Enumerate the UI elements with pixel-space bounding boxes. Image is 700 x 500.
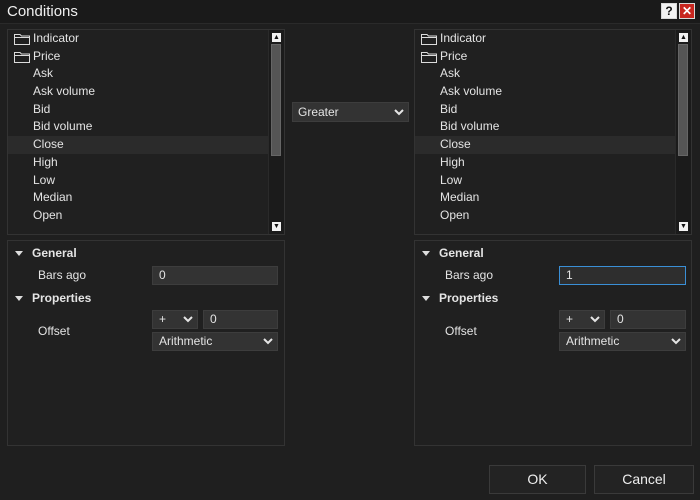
list-item-label: Ask volume (440, 84, 503, 99)
scroll-thumb[interactable] (678, 44, 688, 156)
folder-list-item[interactable]: Price (415, 48, 675, 66)
list-item-label: Price (33, 48, 61, 63)
close-button[interactable]: ✕ (679, 3, 695, 19)
scroll-down-arrow-icon[interactable]: ▼ (679, 222, 688, 231)
offset-value-input[interactable]: 0 (610, 310, 686, 329)
list-item[interactable]: Open (8, 207, 268, 225)
list-item[interactable]: Open (415, 207, 675, 225)
list-item-label: High (440, 154, 465, 169)
scroll-up-arrow-icon[interactable]: ▲ (679, 33, 688, 42)
list-item-label: Median (33, 190, 73, 205)
list-item-label: Median (440, 190, 480, 205)
operator-dropdown[interactable]: Greater (292, 102, 409, 122)
list-item-label: Bid (440, 101, 458, 116)
bars-ago-label: Bars ago (445, 268, 494, 282)
ok-button[interactable]: OK (489, 465, 586, 494)
list-item[interactable]: Close (8, 136, 268, 154)
chevron-down-icon (590, 316, 600, 323)
right-properties-panel: General Bars ago 1 Properties Offset + 0… (414, 240, 692, 446)
offset-type-dropdown[interactable]: Arithmetic (559, 332, 686, 351)
chevron-down-icon (183, 316, 193, 323)
list-item[interactable]: Close (415, 136, 675, 154)
title-bar: Conditions ? ✕ (0, 0, 700, 24)
list-item-label: Ask (440, 66, 461, 81)
scroll-up-arrow-icon[interactable]: ▲ (272, 33, 281, 42)
triangle-down-icon (422, 296, 430, 301)
bars-ago-input[interactable]: 0 (152, 266, 278, 285)
list-item-label: Ask volume (33, 84, 96, 99)
list-item[interactable]: Bid volume (415, 118, 675, 136)
triangle-down-icon (15, 251, 23, 256)
folder-list-item[interactable]: Price (8, 48, 268, 66)
list-item-label: High (33, 154, 58, 169)
list-item[interactable]: Median (8, 189, 268, 207)
left-list-scrollbar[interactable]: ▲ ▼ (268, 30, 284, 234)
triangle-down-icon (422, 251, 430, 256)
folder-icon (421, 51, 437, 63)
offset-sign-dropdown[interactable]: + (152, 310, 198, 329)
list-item-label: Bid (33, 101, 51, 116)
chevron-down-icon (394, 109, 404, 116)
left-list-items: Indicator Price Ask Ask volume Bid Bid volume… (8, 30, 268, 234)
list-item[interactable]: Ask volume (415, 83, 675, 101)
right-list-scrollbar[interactable]: ▲ ▼ (675, 30, 691, 234)
list-item-label: Price (440, 48, 468, 63)
window-title: Conditions (7, 3, 78, 20)
list-item[interactable]: Low (8, 172, 268, 190)
list-item[interactable]: Bid volume (8, 118, 268, 136)
list-item[interactable]: Median (415, 189, 675, 207)
list-item-label: Open (33, 207, 63, 222)
scroll-down-arrow-icon[interactable]: ▼ (272, 222, 281, 231)
list-item[interactable]: Ask (8, 65, 268, 83)
properties-section-header[interactable]: Properties (415, 288, 691, 308)
help-button[interactable]: ? (661, 3, 677, 19)
properties-section-header[interactable]: Properties (8, 288, 284, 308)
list-item-label: Bid volume (33, 119, 93, 134)
list-item-label: Bid volume (440, 119, 500, 134)
list-item-label: Indicator (440, 31, 487, 45)
folder-icon (14, 51, 30, 63)
chevron-down-icon (263, 338, 273, 345)
list-item[interactable]: Low (415, 172, 675, 190)
list-item[interactable]: High (415, 154, 675, 172)
general-section-header[interactable]: General (8, 243, 284, 263)
list-item[interactable]: High (8, 154, 268, 172)
list-item-label: Ask (33, 66, 54, 81)
list-item[interactable]: Ask (415, 65, 675, 83)
cancel-button[interactable]: Cancel (594, 465, 694, 494)
list-item[interactable]: Ask volume (8, 83, 268, 101)
folder-icon (421, 34, 437, 45)
left-properties-panel: General Bars ago 0 Properties Offset + 0… (7, 240, 285, 446)
folder-list-item[interactable]: Indicator (415, 30, 675, 48)
list-item-label: Low (33, 172, 56, 187)
list-item-label: Close (33, 137, 64, 152)
scroll-thumb[interactable] (271, 44, 281, 156)
list-item-label: Low (440, 172, 463, 187)
list-item[interactable]: Bid (8, 101, 268, 119)
offset-type-dropdown[interactable]: Arithmetic (152, 332, 278, 351)
offset-label: Offset (445, 324, 477, 338)
list-item[interactable]: Bid (415, 101, 675, 119)
left-data-series-list[interactable]: Indicator Price Ask Ask volume Bid Bid volume… (7, 29, 285, 235)
list-item-label: Close (440, 137, 471, 152)
offset-value-input[interactable]: 0 (203, 310, 278, 329)
folder-icon (14, 34, 30, 45)
bars-ago-input[interactable]: 1 (559, 266, 686, 285)
list-item-label: Indicator (33, 31, 80, 45)
operator-value: Greater (298, 105, 339, 119)
offset-label: Offset (38, 324, 70, 338)
chevron-down-icon (671, 338, 681, 345)
list-item-label: Open (440, 207, 470, 222)
general-section-header[interactable]: General (415, 243, 691, 263)
offset-sign-dropdown[interactable]: + (559, 310, 605, 329)
folder-list-item[interactable]: Indicator (8, 30, 268, 48)
bars-ago-label: Bars ago (38, 268, 87, 282)
triangle-down-icon (15, 296, 23, 301)
right-list-items: Indicator Price Ask Ask volume Bid Bid volume… (415, 30, 675, 234)
right-data-series-list[interactable]: Indicator Price Ask Ask volume Bid Bid volume… (414, 29, 692, 235)
